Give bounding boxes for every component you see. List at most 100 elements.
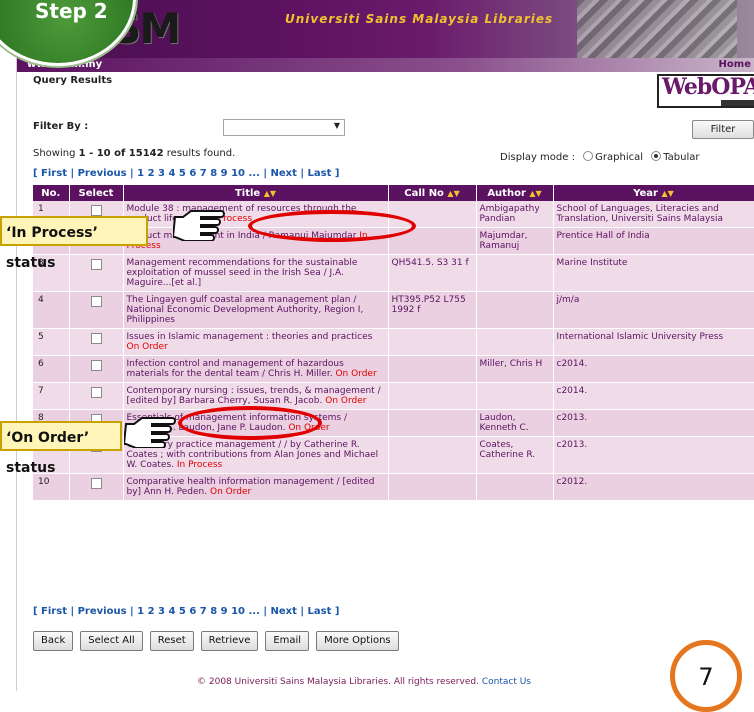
row-year: Prentice Hall of India	[553, 227, 754, 255]
row-number: 5	[33, 328, 70, 356]
row-checkbox[interactable]	[90, 205, 102, 216]
row-year: c2013.	[553, 409, 754, 437]
more-options-button[interactable]: More Options	[316, 631, 399, 651]
row-title[interactable]: Issues in Islamic management : theories …	[123, 328, 389, 356]
library-name: Universiti Sains Malaysia Libraries	[285, 12, 554, 26]
filter-label: Filter By :	[33, 121, 89, 132]
col-title[interactable]: Title ▲▼	[123, 185, 389, 201]
row-author	[476, 328, 554, 356]
row-year: International Islamic University Press	[553, 328, 754, 356]
row-callno	[388, 328, 477, 356]
reset-button[interactable]: Reset	[149, 631, 194, 651]
row-title[interactable]: The Lingayen gulf coastal area managemen…	[123, 291, 389, 329]
row-title[interactable]: Comparative health information managemen…	[123, 473, 389, 501]
row-select	[69, 382, 124, 410]
email-button[interactable]: Email	[265, 631, 310, 651]
table-row: 5 Issues in Islamic management : theories…	[33, 328, 754, 356]
row-author: Majumdar, Ramanuj	[476, 227, 554, 255]
row-year: School of Languages, Literacies and Tran…	[553, 201, 754, 228]
row-year: c2014.	[553, 382, 754, 410]
row-status: On Order	[126, 342, 168, 352]
row-title[interactable]: Management recommendations for the susta…	[123, 254, 389, 292]
row-status: In Process	[176, 460, 223, 470]
opac-page: USM Universiti Sains Malaysia Libraries …	[16, 0, 754, 691]
row-status: On Order	[210, 487, 252, 497]
sort-arrows-icon: ▲▼	[661, 188, 674, 198]
row-author: Ambigapathy Pandian	[476, 201, 554, 228]
row-select	[69, 254, 124, 292]
filter-select[interactable]: ▼	[223, 119, 345, 136]
pagination-top[interactable]: [ First | Previous | 1 2 3 4 5 6 7 8 9 1…	[33, 168, 339, 179]
row-year: c2012.	[553, 473, 754, 501]
banner-photo	[577, 0, 737, 58]
row-callno: HT395.P52 L755 1992 f	[388, 291, 477, 329]
row-checkbox[interactable]	[90, 259, 102, 270]
filter-button[interactable]: Filter	[692, 120, 754, 139]
sort-arrows-icon: ▲▼	[447, 188, 460, 198]
pointing-hand-icon	[124, 417, 176, 448]
row-author: Coates, Catherine R.	[476, 436, 554, 474]
row-year: c2014.	[553, 355, 754, 383]
row-checkbox[interactable]	[90, 478, 102, 489]
row-checkbox[interactable]	[90, 333, 102, 344]
row-callno	[388, 409, 477, 437]
pointing-hand-icon	[173, 210, 225, 241]
row-author: Miller, Chris H	[476, 355, 554, 383]
table-row: 6 Infection control and management of haz…	[33, 355, 754, 383]
table-row: 4 The Lingayen gulf coastal area manageme…	[33, 291, 754, 329]
display-mode: Display mode : Graphical Tabular	[500, 151, 700, 163]
row-number: 6	[33, 355, 70, 383]
results-summary: Showing 1 - 10 of 15142 results found.	[33, 148, 236, 159]
display-mode-label: Display mode :	[500, 152, 575, 163]
back-button[interactable]: Back	[33, 631, 74, 651]
col-year[interactable]: Year ▲▼	[553, 185, 754, 201]
table-row: 3Management recommendations for the sust…	[33, 254, 754, 292]
table-row: 10Comparative health information managem…	[33, 473, 754, 501]
row-callno	[388, 355, 477, 383]
row-author: Laudon, Kenneth C.	[476, 409, 554, 437]
in-process-callout: ‘In Process’ status	[0, 216, 148, 271]
row-author	[476, 254, 554, 292]
home-link[interactable]: Home	[719, 59, 751, 70]
row-number: 7	[33, 382, 70, 410]
row-select	[69, 291, 124, 329]
row-year: Marine Institute	[553, 254, 754, 292]
radio-tabular[interactable]	[651, 151, 662, 161]
on-order-callout: ‘On Order’ status	[0, 421, 122, 476]
col-no: No.	[33, 185, 70, 201]
on-order-highlight-ring	[178, 406, 322, 440]
sort-arrows-icon: ▲▼	[263, 188, 277, 198]
contact-link[interactable]: Contact Us	[482, 677, 531, 687]
footer: © 2008 Universiti Sains Malaysia Librari…	[197, 677, 531, 687]
sort-arrows-icon: ▲▼	[529, 188, 542, 198]
col-select: Select	[69, 185, 124, 201]
row-author	[476, 291, 554, 329]
row-select	[69, 328, 124, 356]
row-number: 4	[33, 291, 70, 329]
chevron-down-icon: ▼	[333, 121, 340, 130]
row-author	[476, 382, 554, 410]
row-title[interactable]: Infection control and management of haza…	[123, 355, 389, 383]
row-checkbox[interactable]	[90, 296, 102, 307]
row-callno	[388, 436, 477, 474]
action-buttons: Back Select All Reset Retrieve Email More Opt…	[33, 631, 406, 651]
col-author[interactable]: Author ▲▼	[476, 185, 554, 201]
retrieve-button[interactable]: Retrieve	[200, 631, 259, 651]
select-all-button[interactable]: Select All	[80, 631, 143, 651]
table-row: 7 Contemporary nursing : issues, trends, …	[33, 382, 754, 410]
row-callno	[388, 473, 477, 501]
webopac-logo: WebOPAC	[657, 74, 754, 108]
row-callno	[388, 382, 477, 410]
copyright-text: © 2008 Universiti Sains Malaysia Librari…	[197, 677, 479, 687]
pagination-bottom[interactable]: [ First | Previous | 1 2 3 4 5 6 7 8 9 1…	[33, 606, 339, 617]
row-author	[476, 473, 554, 501]
row-year: j/m/a	[553, 291, 754, 329]
row-status: On Order	[335, 369, 377, 379]
page-title: Query Results	[33, 75, 113, 86]
row-callno: QH541.5. S3 31 f	[388, 254, 477, 292]
radio-graphical[interactable]	[583, 151, 594, 161]
col-callno[interactable]: Call No ▲▼	[388, 185, 477, 201]
page-number-badge: 7	[670, 640, 742, 712]
row-checkbox[interactable]	[90, 360, 102, 371]
row-checkbox[interactable]	[90, 387, 102, 398]
